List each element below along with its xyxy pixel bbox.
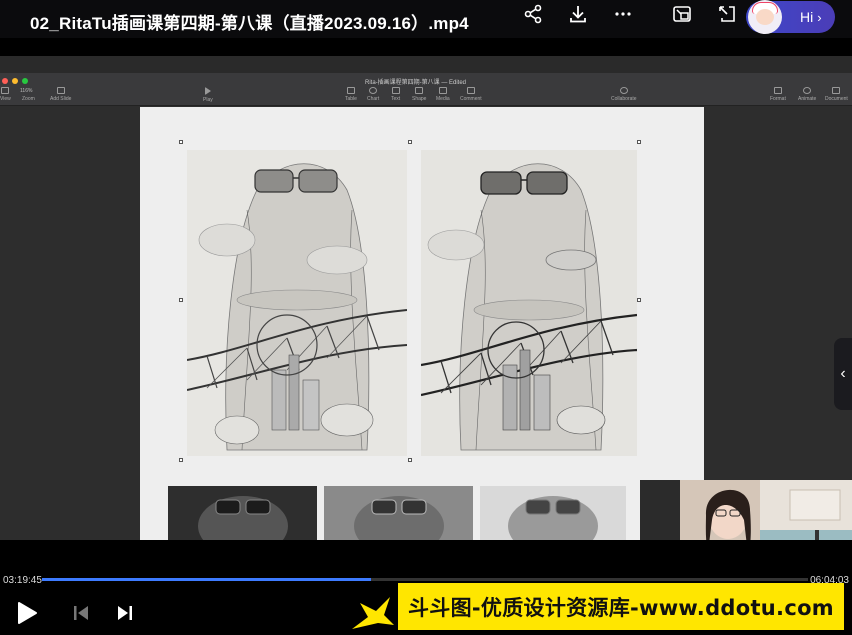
side-panel-toggle[interactable]: ‹ [834,338,852,410]
tb-comment: Comment [460,87,482,102]
selection-handle [179,458,183,462]
play-button[interactable] [15,600,39,626]
illustration-left [187,150,407,456]
current-time: 03:19:45 [3,575,42,586]
webcam-overlay [640,480,852,540]
popout-icon[interactable] [704,2,749,26]
keynote-doc-title: Rita-插画课程第四期-第八课 — Edited [365,80,467,86]
assistant-label: Hi [800,9,814,25]
selection-handle [637,298,641,302]
video-player: 02_RitaTu插画课第四期-第八课（直播2023.09.16）.mp4 Hi [0,0,852,635]
close-dot-icon [2,78,8,84]
watermark-star-icon [352,597,394,629]
tb-collaborate: Collaborate [611,87,637,102]
zoom-dot-icon [22,78,28,84]
tb-format: Format [770,87,786,102]
watermark-text: 斗斗图-优质设计资源库-www.ddotu.com [408,595,834,620]
chevron-right-icon: › [817,9,822,25]
keynote-slide [140,107,704,540]
watermark-banner: 斗斗图-优质设计资源库-www.ddotu.com [398,583,844,630]
tb-play: Play [203,87,213,103]
tb-shape: Shape [412,87,426,102]
more-icon[interactable] [600,2,645,26]
selection-handle [179,140,183,144]
skip-next-icon [118,606,132,620]
download-icon[interactable] [555,2,600,26]
top-actions [510,2,749,26]
tb-animate: Animate [798,87,816,102]
video-frame[interactable]: Rita-插画课程第四期-第八课 — Edited 116% View Zoom… [0,56,852,540]
tb-zoom: Zoom [22,96,35,102]
title-bar: 02_RitaTu插画课第四期-第八课（直播2023.09.16）.mp4 Hi [0,0,852,38]
minimize-dot-icon [12,78,18,84]
tb-table: Table [345,87,357,102]
illustration-right [421,150,637,456]
selection-handle [408,140,412,144]
play-icon [18,602,37,624]
tb-view: View [0,87,11,102]
selection-handle [179,298,183,302]
next-button[interactable] [116,603,134,623]
tb-chart: Chart [367,87,379,102]
assistant-button[interactable]: Hi › [746,0,835,34]
thumbnail-mid [324,486,473,540]
tb-document: Document [825,87,848,102]
video-title: 02_RitaTu插画课第四期-第八课（直播2023.09.16）.mp4 [30,14,469,33]
progress-bar[interactable] [42,578,808,581]
selection-handle [637,140,641,144]
progress-fill [42,578,372,581]
selection-handle [408,458,412,462]
share-icon[interactable] [510,2,555,26]
chevron-left-icon: ‹ [840,365,846,382]
previous-button[interactable] [72,603,90,623]
keynote-toolbar: Rita-插画课程第四期-第八课 — Edited 116% View Zoom… [0,73,852,106]
thumbnail-dark [168,486,317,540]
skip-previous-icon [74,606,88,620]
tb-media: Media [436,87,450,102]
picture-in-picture-icon[interactable] [659,2,704,26]
tb-text: Text [391,87,400,102]
tb-add-slide: Add Slide [50,87,71,102]
thumbnail-light [480,486,626,540]
assistant-avatar [748,0,782,34]
window-controls [2,78,28,84]
